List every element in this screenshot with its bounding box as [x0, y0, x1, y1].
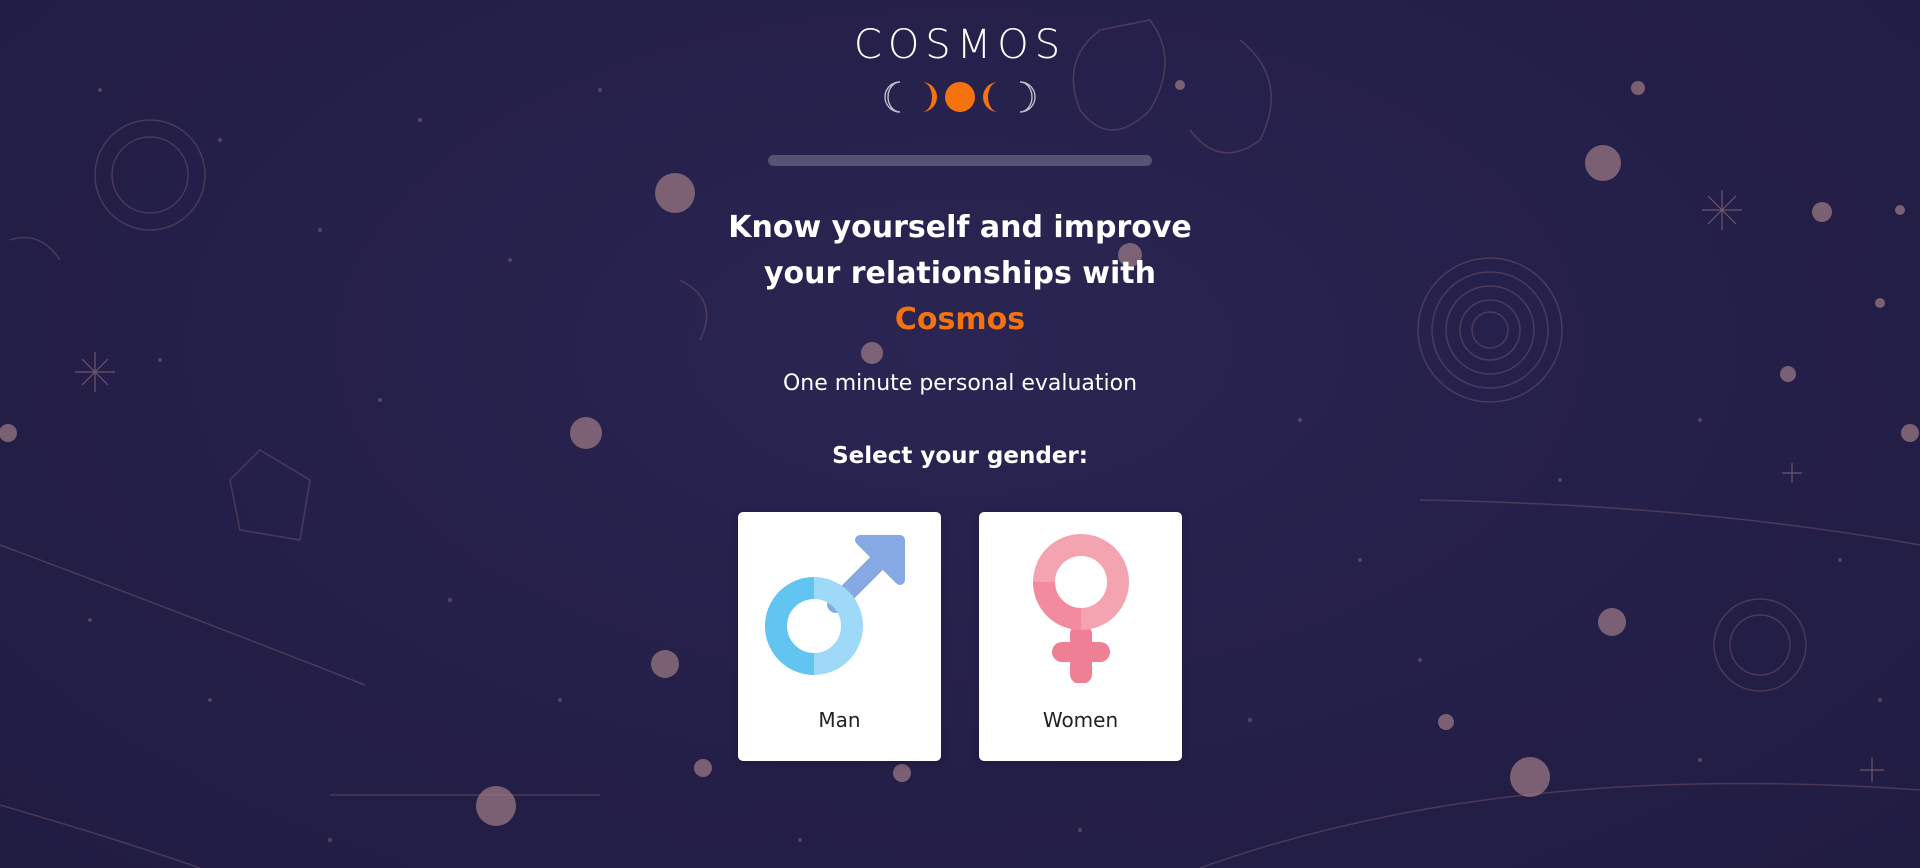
female-symbol-icon [1033, 534, 1129, 683]
full-moon-icon [945, 82, 975, 112]
crescent-outline-icon [884, 81, 901, 113]
subtitle: One minute personal evaluation [782, 371, 1138, 396]
brand-logo-text: COSMOS [853, 22, 1067, 68]
gender-option-label: Man [818, 708, 861, 732]
crescent-icon [983, 82, 998, 112]
crescent-outline-icon [1019, 81, 1036, 113]
headline-line-1: Know yourself and improve [728, 210, 1192, 245]
moon-phases-logo [884, 81, 1036, 113]
gender-option-woman[interactable]: Women [979, 512, 1182, 761]
progress-bar [768, 155, 1152, 166]
headline: Know yourself and improve your relations… [660, 205, 1260, 343]
onboarding-content: COSMOS Know yourself and improve your re… [0, 0, 1920, 868]
gender-option-label: Women [1042, 708, 1119, 732]
headline-line-2: your relationships with [764, 256, 1156, 291]
headline-accent: Cosmos [894, 302, 1026, 337]
male-symbol-icon [765, 535, 905, 675]
crescent-icon [922, 82, 937, 112]
gender-prompt: Select your gender: [832, 443, 1088, 469]
page-background: COSMOS Know yourself and improve your re… [0, 0, 1920, 868]
gender-option-man[interactable]: Man [738, 512, 941, 761]
